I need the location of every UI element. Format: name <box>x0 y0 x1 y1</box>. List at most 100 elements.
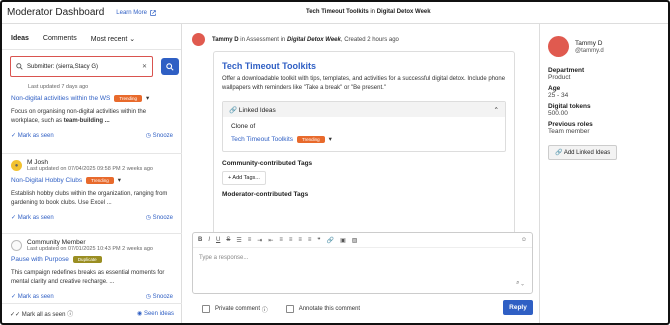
strikethrough-icon[interactable]: S <box>226 237 230 243</box>
avatar <box>11 240 22 251</box>
bold-icon[interactable]: B <box>198 237 202 243</box>
post-action: in Assessment in <box>240 36 286 43</box>
item-actions: ✓ Mark as seen ◷ Snooze <box>11 214 173 221</box>
seen-ideas-button[interactable]: ◉ Seen ideas <box>137 310 174 317</box>
chevron-down-icon[interactable]: ▾ <box>146 94 149 102</box>
mark-all-seen-button[interactable]: ✓✓ Mark all as seen ⓘ <box>10 309 73 318</box>
external-link-icon <box>150 9 156 16</box>
mark-as-seen-button[interactable]: ✓ Mark as seen <box>11 132 54 139</box>
eye-icon: ◉ <box>137 311 143 317</box>
snooze-button[interactable]: ◷ Snooze <box>146 214 173 221</box>
italic-icon[interactable]: I <box>208 237 210 243</box>
response-editor[interactable]: B I U S ☰ ≡ ⇥ ⇤ ≡ ≡ ≡ ≡ ❞ 🔗 ▣ ▨ ☺ Type a… <box>192 232 533 294</box>
chevron-down-icon: ⌄ <box>129 36 136 43</box>
idea-detail-panel: Tammy D in Assessment in Digital Detox W… <box>183 24 539 323</box>
chevron-up-icon[interactable]: ⌃ <box>494 106 499 114</box>
linked-ideas-header[interactable]: 🔗 Linked Ideas ⌃ <box>223 102 505 117</box>
annotate-label: Annotate this comment <box>298 306 361 312</box>
context-idea-title: Tech Timeout Toolkits <box>306 9 369 15</box>
snooze-button[interactable]: ◷ Snooze <box>146 132 173 139</box>
item-title[interactable]: Pause with Purpose Duplicate <box>11 256 173 263</box>
outdent-icon[interactable]: ⇤ <box>268 237 273 244</box>
ideas-list: Last updated 7 days ago Non-digital acti… <box>2 82 182 314</box>
left-tabs: Ideas Comments Most recent ⌄ <box>2 24 181 50</box>
quote-icon[interactable]: ❞ <box>317 237 320 244</box>
idea-title[interactable]: Tech Timeout Toolkits <box>222 61 506 71</box>
item-title[interactable]: Non-digital activities within the WS Tre… <box>11 94 173 102</box>
sort-dropdown[interactable]: Most recent ⌄ <box>91 35 135 49</box>
field-label: Department <box>548 67 585 74</box>
idea-description: Offer a downloadable toolkit with tips, … <box>222 76 506 91</box>
numbered-list-icon[interactable]: ≡ <box>248 237 252 243</box>
chevron-down-icon[interactable]: ▾ <box>329 135 332 143</box>
image-icon[interactable]: ▨ <box>352 237 358 244</box>
item-actions: ✓ Mark as seen ◷ Snooze <box>11 132 173 139</box>
clear-icon[interactable]: ✕ <box>142 63 147 70</box>
list-item[interactable]: Community Member Last updated on 07/01/20… <box>2 234 182 314</box>
video-icon[interactable]: ▣ <box>340 237 346 244</box>
linked-ideas-section: 🔗 Linked Ideas ⌃ Clone of Tech Timeout T… <box>222 101 506 152</box>
info-icon: ⓘ <box>67 312 74 318</box>
field-label: Previous roles <box>548 121 593 128</box>
linked-ideas-body: Clone of Tech Timeout Toolkits Trending … <box>223 117 505 151</box>
align-right-icon[interactable]: ≡ <box>298 237 302 243</box>
item-updated: Last updated on 07/04/2025 09:58 PM 2 we… <box>27 166 153 172</box>
underline-icon[interactable]: U <box>216 237 220 243</box>
context-in-label: in <box>370 9 376 15</box>
add-tags-button[interactable]: + Add Tags... <box>222 171 266 185</box>
clone-link[interactable]: Tech Timeout Toolkits Trending ▾ <box>231 135 497 143</box>
mark-label: Mark as seen <box>17 215 54 221</box>
ideas-panel: Ideas Comments Most recent ⌄ Submitter: … <box>2 24 182 323</box>
item-actions: ✓ Mark as seen ◷ Snooze <box>11 293 173 300</box>
clone-title: Tech Timeout Toolkits <box>231 135 294 143</box>
item-title[interactable]: Non-Digital Hobby Clubs Trending ▾ <box>11 176 173 184</box>
snooze-button[interactable]: ◷ Snooze <box>146 293 173 300</box>
add-linked-ideas-button[interactable]: 🔗 Add Linked Ideas <box>548 145 618 160</box>
field-value: 500.00 <box>548 110 568 117</box>
align-center-icon[interactable]: ≡ <box>289 237 293 243</box>
mark-as-seen-button[interactable]: ✓ Mark as seen <box>11 214 54 221</box>
trending-badge: Trending <box>114 94 142 102</box>
item-title-label: Non-digital activities within the WS <box>11 94 111 102</box>
item-description: Establish hobby clubs within the organiz… <box>11 191 168 206</box>
justify-icon[interactable]: ≡ <box>308 237 312 243</box>
list-item[interactable]: ● M Josh Last updated on 07/04/2025 09:58… <box>2 154 182 234</box>
attach-icon[interactable]: ⌕ ⌄ <box>516 280 524 287</box>
private-comment-checkbox[interactable]: Private comment ⓘ <box>202 305 268 314</box>
emoji-icon[interactable]: ☺ <box>521 237 527 243</box>
search-input[interactable]: Submitter: (sierra,Stacy G) ✕ <box>10 56 153 77</box>
bullet-list-icon[interactable]: ☰ <box>236 237 241 244</box>
context-group: Digital Detox Week <box>376 9 431 15</box>
indent-icon[interactable]: ⇥ <box>257 237 262 244</box>
learn-more-link[interactable]: Learn More <box>116 10 156 16</box>
post-header: Tammy D in Assessment in Digital Detox W… <box>192 33 399 46</box>
left-footer: ✓✓ Mark all as seen ⓘ ◉ Seen ideas <box>2 303 182 323</box>
item-updated: Last updated on 07/01/2025 10:43 PM 2 we… <box>27 246 153 252</box>
response-placeholder: Type a response... <box>199 255 249 261</box>
avatar <box>192 33 205 46</box>
align-left-icon[interactable]: ≡ <box>279 237 283 243</box>
mark-label: Mark as seen <box>17 133 54 139</box>
item-author-block: Community Member Last updated on 07/01/20… <box>27 239 153 252</box>
submitter-panel: Tammy D @tammy.d Department Product Age … <box>539 24 668 323</box>
tab-comments[interactable]: Comments <box>43 35 77 49</box>
list-item[interactable]: Last updated 7 days ago Non-digital acti… <box>2 82 182 154</box>
field-value: Team member <box>548 128 590 135</box>
chevron-down-icon[interactable]: ▾ <box>118 176 121 184</box>
mark-as-seen-button[interactable]: ✓ Mark as seen <box>11 293 54 300</box>
item-title-label: Non-Digital Hobby Clubs <box>11 176 83 184</box>
snooze-icon: ◷ <box>145 133 151 139</box>
post-group: Digital Detox Week <box>286 36 341 43</box>
reply-button[interactable]: Reply <box>503 300 533 315</box>
snooze-label: Snooze <box>152 215 173 221</box>
double-check-icon: ✓✓ <box>10 312 21 318</box>
item-author: M Josh <box>27 159 48 166</box>
moderator-tags-heading: Moderator-contributed Tags <box>222 191 309 198</box>
item-meta: Community Member Last updated on 07/01/20… <box>11 239 173 252</box>
idea-card: Tech Timeout Toolkits Offer a downloadab… <box>213 51 515 246</box>
submitter-fields: Department Product Age 25 - 34 Digital t… <box>548 67 660 135</box>
search-button[interactable] <box>161 58 179 75</box>
annotate-checkbox[interactable]: Annotate this comment <box>285 305 361 313</box>
link-icon[interactable]: 🔗 <box>327 237 334 244</box>
tab-ideas[interactable]: Ideas <box>11 35 29 49</box>
